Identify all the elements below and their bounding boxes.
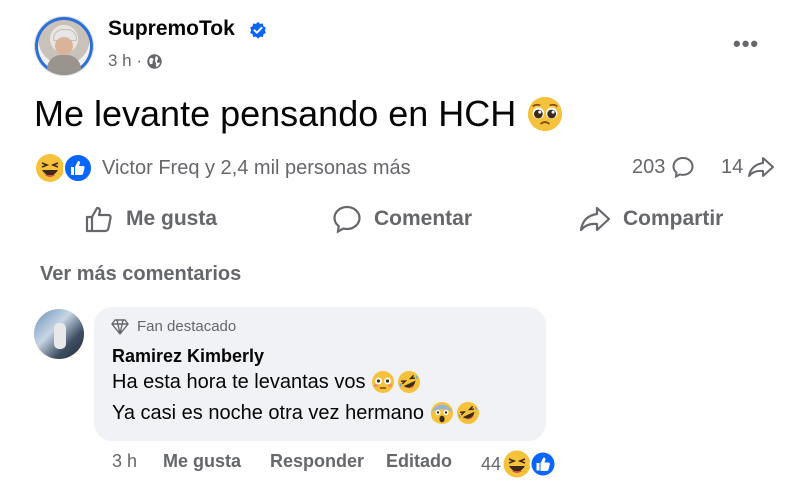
post-time[interactable]: 3 h · xyxy=(108,51,142,71)
shares-count[interactable]: 14 xyxy=(721,155,775,179)
share-button[interactable]: Compartir xyxy=(579,204,723,234)
pleading-face-icon xyxy=(528,96,563,132)
comment-time[interactable]: 3 h xyxy=(112,451,137,472)
post-text-content: Me levante pensando en HCH xyxy=(34,93,517,134)
see-more-comments-link[interactable]: Ver más comentarios xyxy=(40,263,241,286)
comment-button[interactable]: Comentar xyxy=(332,204,472,234)
verified-badge-icon xyxy=(250,21,266,39)
shares-count-value: 14 xyxy=(721,155,744,178)
post-author[interactable]: SupremoTok xyxy=(108,17,235,41)
like-button[interactable]: Me gusta xyxy=(84,204,217,234)
comments-count-value: 203 xyxy=(632,155,666,178)
share-icon xyxy=(748,157,775,177)
flushed-face-icon xyxy=(372,371,395,393)
comment-icon xyxy=(672,156,694,179)
haha-reaction-icon xyxy=(503,450,531,478)
top-fan-badge: Fan destacado xyxy=(111,318,236,335)
more-options-button[interactable]: ••• xyxy=(733,31,759,57)
like-button-label: Me gusta xyxy=(126,207,218,230)
comment-reaction-icons xyxy=(503,450,557,478)
comments-count[interactable]: 203 xyxy=(632,155,695,179)
comment-edited-label[interactable]: Editado xyxy=(386,451,452,472)
scream-face-icon xyxy=(431,402,454,424)
more-icon: ••• xyxy=(733,31,760,56)
diamond-icon xyxy=(111,318,129,335)
comment-line-2-text: Ya casi es noche otra vez hermano xyxy=(112,401,425,424)
post-text: Me levante pensando en HCH xyxy=(34,93,564,135)
post-meta: 3 h · xyxy=(108,51,163,71)
comment-author[interactable]: Ramirez Kimberly xyxy=(112,346,264,367)
like-reaction-icon xyxy=(529,450,557,478)
comment-icon xyxy=(333,205,361,234)
comment-reaction-count: 44 xyxy=(481,453,502,474)
comment-like-button[interactable]: Me gusta xyxy=(163,451,241,472)
share-icon xyxy=(579,206,611,232)
top-fan-label: Fan destacado xyxy=(137,318,237,335)
reaction-icons[interactable] xyxy=(35,153,95,183)
share-button-label: Compartir xyxy=(623,207,724,230)
comment-reply-button[interactable]: Responder xyxy=(270,451,364,472)
reactions-summary[interactable]: Victor Freq y 2,4 mil personas más xyxy=(102,157,411,180)
thumbs-up-icon xyxy=(85,206,112,233)
globe-icon xyxy=(147,53,162,69)
like-reaction-icon xyxy=(63,153,93,183)
comment-reactions[interactable]: 44 xyxy=(481,449,559,479)
comment-button-label: Comentar xyxy=(374,207,473,230)
comment-line-1: Ha esta hora te levantas vos xyxy=(112,370,421,394)
rofl-icon xyxy=(457,402,480,424)
page-avatar[interactable] xyxy=(35,17,93,75)
comment-line-1-text: Ha esta hora te levantas vos xyxy=(112,370,366,393)
commenter-avatar[interactable] xyxy=(34,309,84,359)
haha-reaction-icon xyxy=(36,154,64,182)
comment-line-2: Ya casi es noche otra vez hermano xyxy=(112,401,480,425)
rofl-icon xyxy=(398,371,421,393)
